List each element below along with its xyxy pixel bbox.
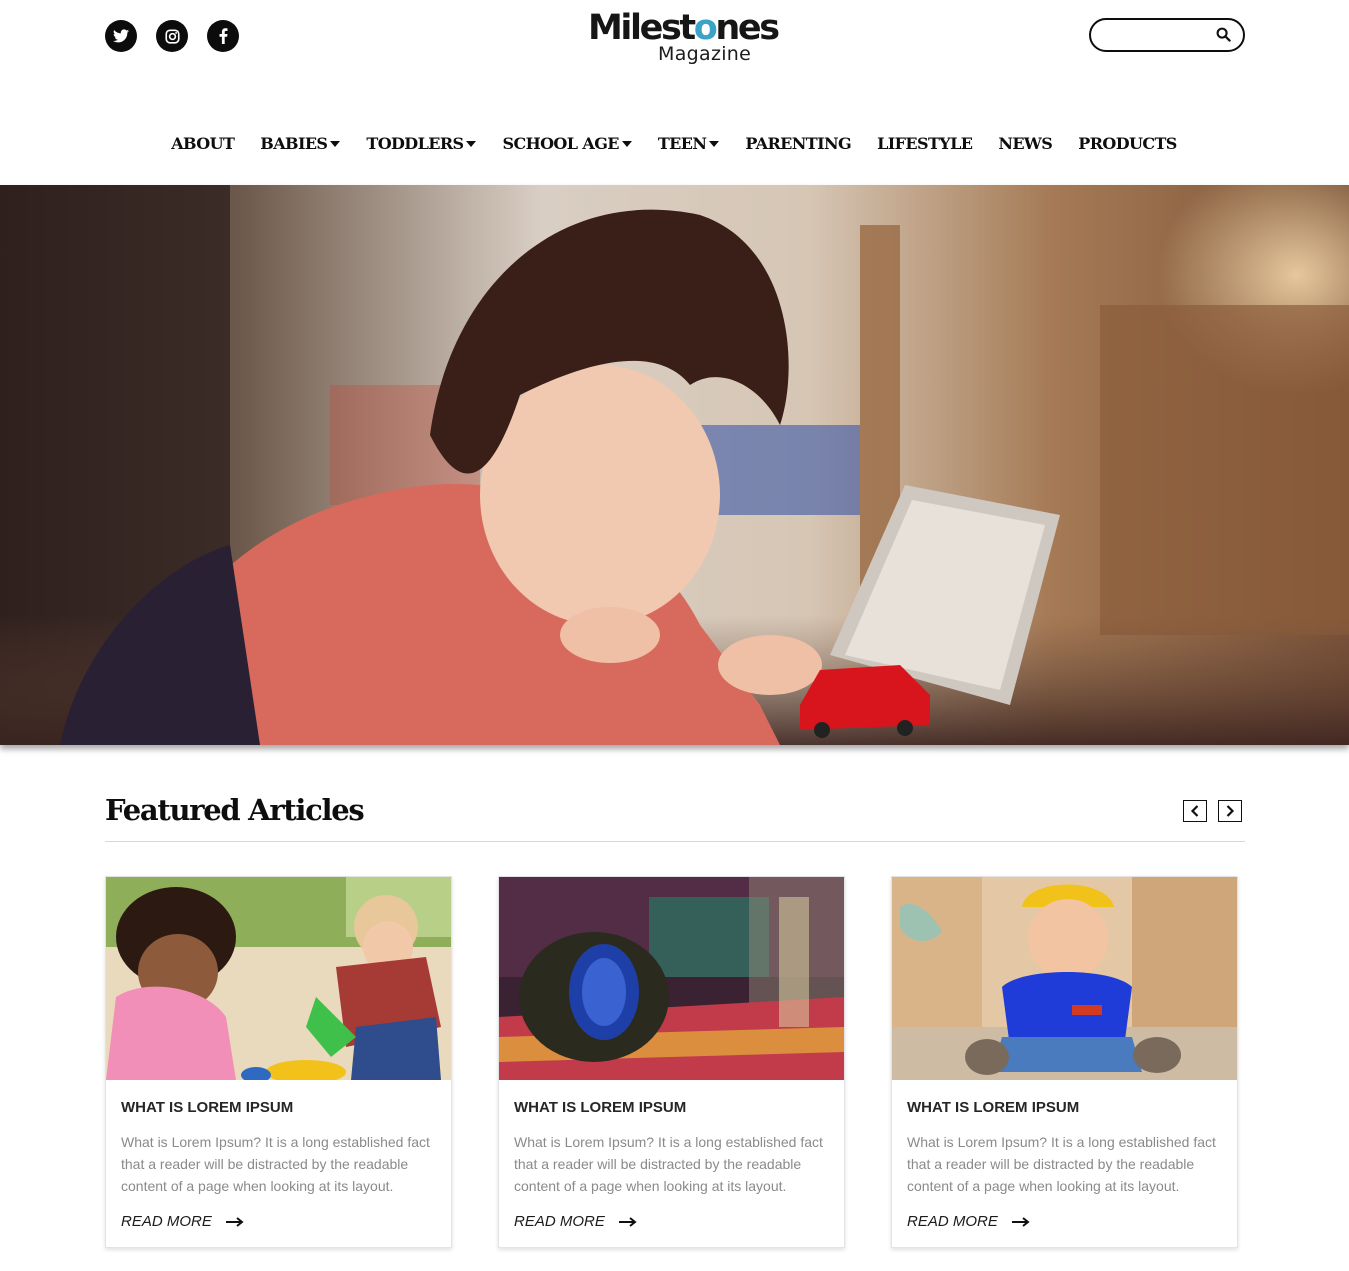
nav-item-label: SCHOOL AGE bbox=[502, 134, 619, 153]
read-more-label: READ MORE bbox=[907, 1213, 998, 1230]
caret-down-icon bbox=[466, 141, 477, 147]
twitter-link[interactable] bbox=[105, 20, 137, 52]
nav-item-label: BABIES bbox=[260, 134, 328, 153]
article-thumbnail[interactable] bbox=[892, 877, 1237, 1080]
article-excerpt: What is Lorem Ipsum? It is a long establ… bbox=[907, 1134, 1216, 1194]
nav-item-label: PARENTING bbox=[745, 134, 852, 153]
main-navigation: ABOUT BABIES TODDLERS SCHOOL AGE TEEN PARENTI… bbox=[0, 130, 1349, 158]
arrow-right-icon bbox=[618, 1217, 637, 1227]
read-more-label: READ MORE bbox=[514, 1213, 605, 1230]
nav-item-teen[interactable]: TEEN bbox=[658, 130, 720, 158]
article-title[interactable]: WHAT IS LOREM IPSUM bbox=[514, 1098, 686, 1118]
nav-item-label: NEWS bbox=[998, 134, 1053, 153]
arrow-right-icon bbox=[1011, 1217, 1030, 1227]
instagram-icon bbox=[164, 28, 180, 44]
twitter-icon bbox=[113, 29, 129, 43]
caret-down-icon bbox=[709, 141, 720, 147]
nav-list: ABOUT BABIES TODDLERS SCHOOL AGE TEEN PARENTI… bbox=[171, 130, 1177, 158]
article-card: WHAT IS LOREM IPSUM What is Lorem Ipsum?… bbox=[498, 876, 845, 1248]
carousel-controls bbox=[1183, 800, 1242, 822]
featured-articles-heading: Featured Articles bbox=[105, 793, 365, 827]
nav-item-toddlers[interactable]: TODDLERS bbox=[366, 130, 477, 158]
logo-subtitle: Magazine bbox=[658, 43, 752, 65]
nav-item-products[interactable]: PRODUCTS bbox=[1078, 130, 1177, 158]
nav-item-label: ABOUT bbox=[171, 134, 235, 153]
nav-item-lifestyle[interactable]: LIFESTYLE bbox=[877, 130, 973, 158]
chevron-right-icon bbox=[1226, 805, 1235, 817]
nav-item-about[interactable]: ABOUT bbox=[171, 130, 235, 158]
nav-item-babies[interactable]: BABIES bbox=[260, 130, 341, 158]
chevron-left-icon bbox=[1190, 805, 1199, 817]
facebook-icon bbox=[219, 28, 227, 44]
toddler-hard-hat-photo bbox=[892, 877, 1237, 1080]
article-excerpt: What is Lorem Ipsum? It is a long establ… bbox=[121, 1134, 430, 1194]
article-excerpt: What is Lorem Ipsum? It is a long establ… bbox=[514, 1134, 823, 1194]
article-title[interactable]: WHAT IS LOREM IPSUM bbox=[907, 1098, 1079, 1118]
article-thumbnail[interactable] bbox=[499, 877, 844, 1080]
nav-item-school-age[interactable]: SCHOOL AGE bbox=[502, 130, 632, 158]
hero-image bbox=[0, 185, 1349, 745]
nav-item-label: LIFESTYLE bbox=[877, 134, 973, 153]
read-more-link[interactable]: READ MORE bbox=[514, 1212, 637, 1232]
article-title[interactable]: WHAT IS LOREM IPSUM bbox=[121, 1098, 293, 1118]
social-links bbox=[105, 20, 239, 52]
hero-photo-boy-with-tablet bbox=[0, 185, 1349, 745]
site-logo[interactable]: Milestones Magazine bbox=[588, 6, 780, 68]
article-card: WHAT IS LOREM IPSUM What is Lorem Ipsum?… bbox=[891, 876, 1238, 1248]
article-thumbnail[interactable] bbox=[106, 877, 451, 1080]
nav-item-label: TEEN bbox=[657, 134, 707, 153]
read-more-link[interactable]: READ MORE bbox=[907, 1212, 1030, 1232]
search-box bbox=[1089, 18, 1245, 52]
kids-in-sandbox-photo bbox=[106, 877, 451, 1080]
nav-item-news[interactable]: NEWS bbox=[998, 130, 1053, 158]
instagram-link[interactable] bbox=[156, 20, 188, 52]
arrow-right-icon bbox=[225, 1217, 244, 1227]
ear-muffs-sequin-photo bbox=[499, 877, 844, 1080]
carousel-next-button[interactable] bbox=[1218, 800, 1242, 822]
read-more-link[interactable]: READ MORE bbox=[121, 1212, 244, 1232]
section-divider bbox=[105, 841, 1245, 842]
nav-item-label: PRODUCTS bbox=[1078, 134, 1177, 153]
caret-down-icon bbox=[330, 141, 341, 147]
article-card: WHAT IS LOREM IPSUM What is Lorem Ipsum?… bbox=[105, 876, 452, 1248]
read-more-label: READ MORE bbox=[121, 1213, 212, 1230]
nav-item-label: TODDLERS bbox=[366, 134, 464, 153]
search-icon[interactable] bbox=[1216, 27, 1231, 42]
nav-item-parenting[interactable]: PARENTING bbox=[745, 130, 851, 158]
facebook-link[interactable] bbox=[207, 20, 239, 52]
caret-down-icon bbox=[621, 141, 632, 147]
search-input[interactable] bbox=[1105, 21, 1223, 49]
carousel-prev-button[interactable] bbox=[1183, 800, 1207, 822]
